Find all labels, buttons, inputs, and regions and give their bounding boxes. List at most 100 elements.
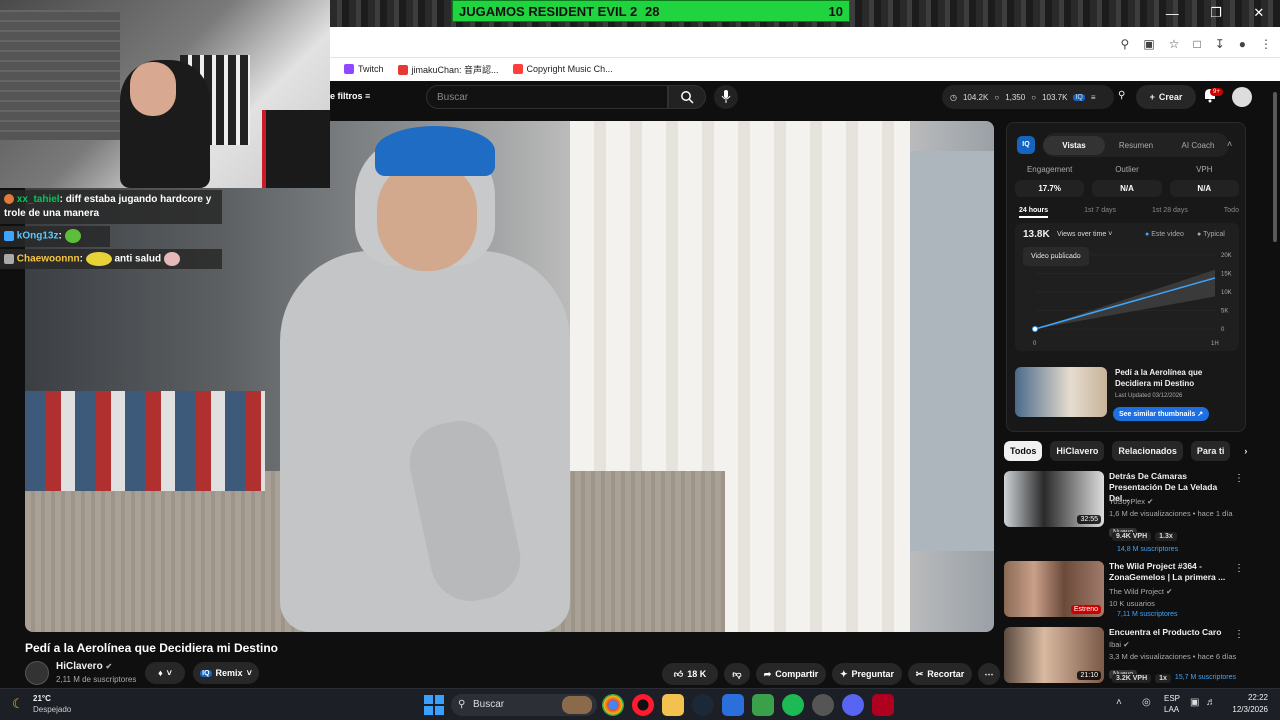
windows-start-icon[interactable] bbox=[424, 695, 444, 715]
zoom-icon[interactable]: ⚲ bbox=[1121, 37, 1130, 51]
teamviewer-icon[interactable] bbox=[722, 694, 744, 716]
search-icon bbox=[681, 91, 694, 104]
chips-next-arrow-icon[interactable]: › bbox=[1238, 441, 1253, 461]
create-button[interactable]: + Crear bbox=[1136, 85, 1196, 109]
subscription-bell-button[interactable]: ♦ ˅ bbox=[145, 662, 185, 684]
similar-thumbnails-button[interactable]: See similar thumbnails ↗ bbox=[1113, 407, 1210, 421]
opera-icon[interactable] bbox=[632, 694, 654, 716]
thumbnail-title: Pedí a la Aerolínea que Decidiera mi Des… bbox=[1115, 368, 1203, 388]
dislike-button[interactable]: 👎︎ bbox=[724, 663, 750, 685]
range-24-hours[interactable]: 24 hours bbox=[1019, 207, 1049, 218]
clock-time[interactable]: 22:22 bbox=[1226, 693, 1268, 702]
obs-icon[interactable] bbox=[812, 694, 834, 716]
spotify-icon[interactable] bbox=[782, 694, 804, 716]
y-tick-label: 20K bbox=[1221, 253, 1232, 259]
voice-search-button[interactable] bbox=[714, 85, 738, 109]
steam-icon[interactable] bbox=[692, 694, 714, 716]
weather-temp[interactable]: 21°C bbox=[33, 694, 51, 703]
collapse-chevron-icon[interactable]: ˄ bbox=[1227, 139, 1232, 149]
views-stat-icon: ◷ bbox=[950, 92, 957, 102]
more-actions-button[interactable]: ⋯ bbox=[978, 663, 1000, 685]
more-options-icon[interactable]: ⋮ bbox=[1234, 563, 1244, 574]
range-1st-28-days[interactable]: 1st 28 days bbox=[1152, 207, 1188, 218]
youtube-header: e filtros ≡ Buscar ◷ 104.2K ○ 1,350 ○ 103.7… bbox=[330, 81, 1270, 121]
tab-ai-coach[interactable]: AI Coach bbox=[1167, 141, 1229, 150]
chip-para-ti[interactable]: Para ti bbox=[1190, 441, 1231, 461]
range-todo[interactable]: Todo bbox=[1224, 207, 1239, 218]
more-options-icon[interactable]: ⋮ bbox=[1234, 473, 1244, 484]
address-bar[interactable]: ⚲ ▣ ☆ □ ↧ ● ⋮ bbox=[330, 30, 1280, 58]
network-icon[interactable]: ▣ bbox=[1190, 697, 1199, 708]
premiere-badge: Estreno bbox=[1070, 605, 1101, 614]
search-button[interactable] bbox=[668, 85, 706, 109]
x-tick-label: 1H bbox=[1211, 341, 1219, 347]
copyright-music-icon bbox=[512, 64, 523, 75]
related-thumbnail[interactable]: 21:10 bbox=[1004, 627, 1104, 683]
list-icon[interactable]: ≡ bbox=[1091, 93, 1096, 102]
related-thumbnail[interactable]: Estreno bbox=[1004, 561, 1104, 617]
remix-button[interactable]: IQ Remix ˅ bbox=[193, 662, 259, 684]
bookmark-copyright-music[interactable]: Copyright Music Ch... bbox=[512, 64, 613, 75]
extensions-icon[interactable]: □ bbox=[1193, 37, 1200, 51]
address-bar-icons: ⚲ ▣ ☆ □ ↧ ● ⋮ bbox=[1121, 37, 1272, 51]
share-button[interactable]: ➦ Compartir bbox=[756, 663, 826, 685]
bookmarks-bar: Twitch jimakuChan: 音声認... Copyright Musi… bbox=[330, 58, 613, 80]
trophy-icon[interactable]: ⚲ bbox=[1118, 90, 1125, 101]
account-avatar[interactable] bbox=[1232, 87, 1252, 107]
bookmark-twitch[interactable]: Twitch bbox=[344, 64, 384, 75]
chip-relacionados[interactable]: Relacionados bbox=[1112, 441, 1183, 461]
scoreboard-overlay: JUGAMOS RESIDENT EVIL 2 28 10 bbox=[452, 0, 850, 22]
ask-button[interactable]: ✦ Preguntar bbox=[832, 663, 902, 685]
duration-badge: 32:55 bbox=[1077, 515, 1101, 524]
close-button[interactable]: ✕ bbox=[1253, 5, 1264, 21]
download-icon[interactable]: ↧ bbox=[1215, 37, 1225, 51]
filters-button[interactable]: e filtros ≡ bbox=[330, 91, 370, 101]
profile-avatar-icon[interactable]: ● bbox=[1239, 37, 1246, 51]
related-video-item[interactable]: 32:55 Detrás De Cámaras Presentación De … bbox=[1004, 471, 1244, 555]
like-button[interactable]: 👍︎ 18 K bbox=[662, 663, 718, 685]
x-tick-label: 0 bbox=[1033, 341, 1037, 347]
clip-button[interactable]: ✂ Recortar bbox=[908, 663, 972, 685]
more-icon: ⋯ bbox=[984, 668, 994, 679]
extension-stats-pill[interactable]: ◷ 104.2K ○ 1,350 ○ 103.7K IQ ≡ bbox=[942, 85, 1114, 109]
related-video-item[interactable]: 21:10 Encuentra el Producto Caro Ibai ✔ … bbox=[1004, 627, 1244, 687]
clock-date: 12/3/2026 bbox=[1232, 705, 1268, 714]
search-highlight-icon bbox=[562, 696, 592, 714]
chip-hiclavero[interactable]: HiClavero bbox=[1050, 441, 1105, 461]
channel-avatar[interactable] bbox=[25, 661, 49, 685]
related-meta: 3,3 M de visualizaciones • hace 6 días bbox=[1109, 652, 1237, 661]
menu-icon[interactable]: ⋮ bbox=[1260, 37, 1272, 51]
related-thumbnail[interactable]: 32:55 bbox=[1004, 471, 1104, 527]
maximize-button[interactable]: ❐ bbox=[1210, 5, 1222, 21]
file-explorer-icon[interactable] bbox=[662, 694, 684, 716]
tab-vistas[interactable]: Vistas bbox=[1043, 135, 1105, 155]
overlay-app-icon[interactable] bbox=[872, 694, 894, 716]
range-1st-7-days[interactable]: 1st 7 days bbox=[1084, 207, 1116, 218]
plus-icon: + bbox=[1149, 92, 1155, 102]
search-input[interactable]: Buscar bbox=[426, 85, 668, 109]
volume-icon[interactable]: ♬ bbox=[1206, 697, 1216, 708]
cast-icon[interactable]: ▣ bbox=[1143, 37, 1154, 51]
minimize-button[interactable]: — bbox=[1166, 6, 1179, 21]
chat-message: Chaewoonnn: anti salud bbox=[0, 248, 222, 270]
discord-icon[interactable] bbox=[842, 694, 864, 716]
chip-todos[interactable]: Todos bbox=[1004, 441, 1043, 461]
bookmark-jimakuchan[interactable]: jimakuChan: 音声認... bbox=[397, 63, 499, 76]
thumbnail-image[interactable] bbox=[1015, 367, 1107, 417]
minecraft-icon[interactable] bbox=[752, 694, 774, 716]
range-tabs: 24 hours 1st 7 days 1st 28 days Todo bbox=[1019, 207, 1239, 218]
start-tile bbox=[424, 695, 433, 704]
chrome-icon[interactable] bbox=[602, 694, 624, 716]
tray-chevron-icon[interactable]: ˄ bbox=[1116, 697, 1122, 708]
channel-name[interactable]: HiClavero ✔ bbox=[56, 661, 112, 672]
scrollbar-thumb[interactable] bbox=[1273, 92, 1277, 242]
iq-extension-icon[interactable]: IQ bbox=[1073, 93, 1085, 101]
tab-resumen[interactable]: Resumen bbox=[1105, 141, 1167, 150]
language-top[interactable]: ESP bbox=[1164, 694, 1180, 703]
bookmark-star-icon[interactable]: ☆ bbox=[1169, 37, 1180, 51]
sparkle-icon: ✦ bbox=[839, 668, 848, 679]
webcam-brick-wall bbox=[0, 10, 120, 140]
microphone-tray-icon[interactable]: ◎ bbox=[1142, 697, 1151, 708]
este-video-line bbox=[1034, 277, 1216, 330]
more-options-icon[interactable]: ⋮ bbox=[1234, 629, 1244, 640]
